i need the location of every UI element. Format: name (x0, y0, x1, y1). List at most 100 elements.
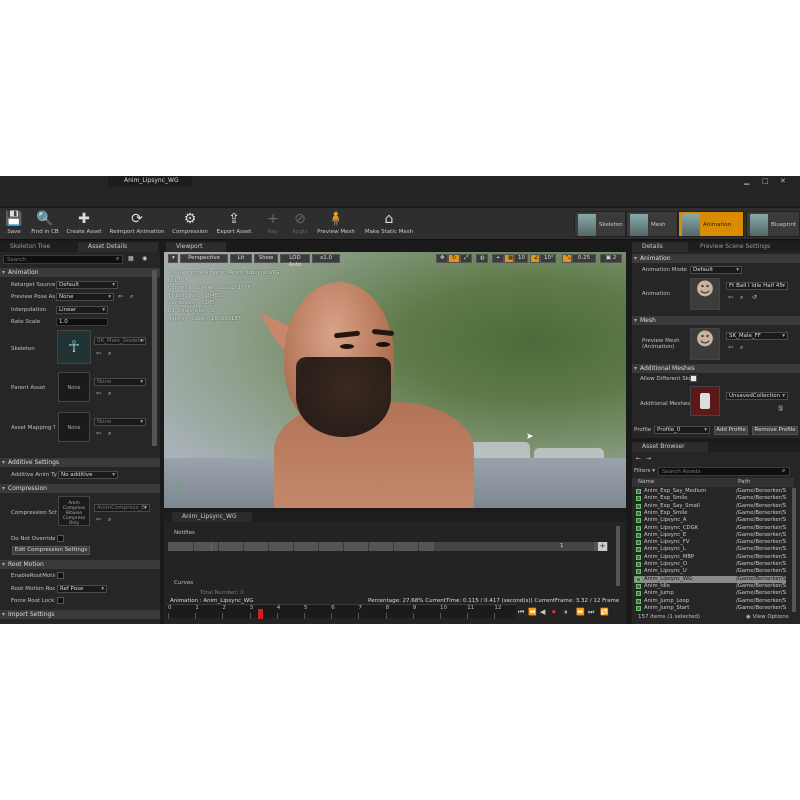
rotate-icon[interactable]: ↻ (448, 254, 460, 263)
animation-thumbnail[interactable]: ☻ (690, 278, 720, 310)
section-animation[interactable]: Animation (632, 254, 800, 263)
do-not-override-checkbox[interactable] (57, 535, 64, 542)
table-row[interactable]: Anim_Jump_Loop/Game/Berserker/S (634, 598, 786, 605)
close-icon[interactable]: ✕ (780, 177, 786, 185)
tab-skeleton-tree[interactable]: Skeleton Tree (0, 242, 76, 252)
playhead[interactable] (258, 609, 264, 619)
compression-button[interactable]: ⚙ Compression (170, 210, 210, 240)
viewport-options-icon[interactable]: ▾ (168, 254, 178, 263)
asset-mapping-combo[interactable]: None (94, 418, 146, 426)
mode-blueprint[interactable]: Blueprint (746, 211, 800, 237)
scrollbar[interactable] (792, 488, 796, 612)
additional-meshes-thumbnail[interactable] (690, 386, 720, 416)
tab-preview-scene-settings[interactable]: Preview Scene Settings (690, 242, 798, 252)
preview-pose-combo[interactable]: None (56, 293, 114, 301)
angle-snap-icon[interactable]: ∠ (530, 254, 540, 263)
table-row[interactable]: Anim_Lipsync_CDGK/Game/Berserker/S (634, 525, 786, 532)
table-row[interactable]: Anim_Exp_Say_Medium/Game/Berserker/S (634, 488, 786, 495)
grid-snap-icon[interactable]: ▦ (504, 254, 514, 263)
animation-combo[interactable]: Ft Ball I Idle Half 45 (726, 282, 788, 290)
arrow-left-icon[interactable]: ⇦ (96, 350, 101, 357)
allow-different-skeletons-checkbox[interactable] (690, 375, 697, 382)
view-options-button[interactable]: ◉ View Options (746, 614, 789, 620)
create-asset-button[interactable]: ✚ Create Asset (64, 210, 104, 240)
browse-icon[interactable]: ⌕ (108, 350, 111, 358)
section-root-motion[interactable]: Root Motion (0, 560, 160, 569)
arrow-left-icon[interactable]: ⇦ (728, 344, 733, 351)
table-row[interactable]: Anim_Exp_Say_Small/Game/Berserker/S (634, 503, 786, 510)
compression-scheme-thumbnail[interactable]: Anim Compress Bitwise Compress Only (58, 496, 90, 526)
browse-icon[interactable]: ⌕ (108, 390, 111, 398)
root-motion-root-lock-combo[interactable]: Ref Pose (57, 585, 107, 593)
section-animation[interactable]: Animation (0, 268, 160, 277)
lit-button[interactable]: Lit (230, 254, 252, 263)
save-icon[interactable]: 🖫 (778, 404, 783, 414)
skeleton-combo[interactable]: SK_Male_Skeleton (94, 337, 146, 345)
scale-size-value[interactable]: 0.25 (572, 254, 596, 263)
table-row[interactable]: Anim_Lipsync_E/Game/Berserker/S (634, 532, 786, 539)
perspective-button[interactable]: Perspective (180, 254, 228, 263)
browse-icon[interactable]: ⌕ (108, 516, 111, 524)
loop-icon[interactable]: 🔁 (600, 608, 609, 616)
column-name[interactable]: Name (638, 479, 654, 485)
filters-button[interactable]: Filters ▾ (634, 468, 655, 474)
section-additive[interactable]: Additive Settings (0, 458, 160, 467)
compression-scheme-combo[interactable]: AnimCompress_Bi (94, 504, 150, 512)
browse-icon[interactable]: ⌕ (740, 344, 743, 352)
arrow-left-icon[interactable]: ⇦ (96, 390, 101, 397)
remove-profile-button[interactable]: Remove Profile (752, 426, 798, 435)
skip-start-icon[interactable]: ⏮ (518, 608, 524, 617)
rate-scale-input[interactable]: 1.0 (56, 318, 108, 326)
record-icon[interactable]: ⏺ (552, 608, 556, 617)
arrow-left-icon[interactable]: ⇦ (96, 516, 101, 523)
angle-size-value[interactable]: 10° (540, 254, 556, 263)
maximize-icon[interactable]: □ (762, 177, 769, 185)
table-row[interactable]: Anim_Idle/Game/Berserker/S (634, 583, 786, 590)
apply-button[interactable]: ⊘ Apply (288, 210, 312, 240)
back-icon[interactable]: ← (636, 455, 641, 462)
arrow-left-icon[interactable]: ⇦ (118, 293, 123, 300)
move-icon[interactable]: ✥ (436, 254, 448, 263)
tab-asset-browser[interactable]: Asset Browser (632, 442, 708, 452)
browse-icon[interactable]: ⌕ (740, 294, 743, 302)
preview-mesh-button[interactable]: 🧍 Preview Mesh (316, 210, 356, 240)
find-in-cb-button[interactable]: 🔍 Find in CB (28, 210, 62, 240)
forward-icon[interactable]: → (646, 455, 651, 462)
preview-mesh-thumbnail[interactable]: ☻ (690, 328, 720, 360)
grid-view-icon[interactable]: ▦ (128, 255, 134, 262)
asset-search-input[interactable]: Search Assets (658, 467, 790, 476)
enable-root-motion-checkbox[interactable] (57, 572, 64, 579)
retarget-source-combo[interactable]: Default (56, 281, 118, 289)
camera-speed-button[interactable]: ▣ 2 (600, 254, 622, 263)
column-path[interactable]: Path (738, 479, 750, 485)
animation-mode-combo[interactable]: Default (690, 266, 742, 274)
tab-details[interactable]: Details (632, 242, 688, 252)
document-tab[interactable]: Anim_Lipsync_WG (108, 176, 192, 186)
lod-button[interactable]: LOD Auto (280, 254, 310, 268)
table-row[interactable]: Anim_Exp_Smile/Game/Berserker/S (634, 510, 786, 517)
profile-combo[interactable]: Profile_0 (654, 426, 710, 434)
surface-snap-icon[interactable]: ⌖ (492, 254, 504, 263)
table-row[interactable]: Anim_Lipsync_MBP/Game/Berserker/S (634, 554, 786, 561)
viewport[interactable]: ▾ Perspective Lit Show LOD Auto x1.0 ✥ ↻… (164, 252, 626, 508)
browse-icon[interactable]: ⌕ (130, 293, 133, 301)
scrollbar[interactable] (616, 526, 620, 586)
section-compression[interactable]: Compression (0, 484, 160, 493)
arrow-left-icon[interactable]: ⇦ (96, 430, 101, 437)
table-row[interactable]: Anim_Lipsync_A/Game/Berserker/S (634, 517, 786, 524)
table-row[interactable]: Anim_Jump_Start/Game/Berserker/S (634, 605, 786, 612)
key-button[interactable]: + Key (262, 210, 284, 240)
scrollbar[interactable] (152, 270, 157, 446)
table-row[interactable]: Anim_Lipsync_U/Game/Berserker/S (634, 568, 786, 575)
table-row[interactable]: Anim_Exp_Smile/Game/Berserker/S (634, 495, 786, 502)
section-additional-meshes[interactable]: Additional Meshes (632, 364, 800, 373)
minimize-icon[interactable]: ▁ (744, 177, 749, 185)
browse-icon[interactable]: ⌕ (108, 430, 111, 438)
make-static-mesh-button[interactable]: ⌂ Make Static Mesh (362, 210, 416, 240)
section-mesh[interactable]: Mesh (632, 316, 800, 325)
parent-asset-combo[interactable]: None (94, 378, 146, 386)
additive-anim-type-combo[interactable]: No additive (58, 471, 118, 479)
parent-asset-thumbnail[interactable]: None (58, 372, 90, 402)
tab-viewport[interactable]: Viewport (166, 242, 226, 252)
mode-skeleton[interactable]: Skeleton (574, 211, 626, 237)
